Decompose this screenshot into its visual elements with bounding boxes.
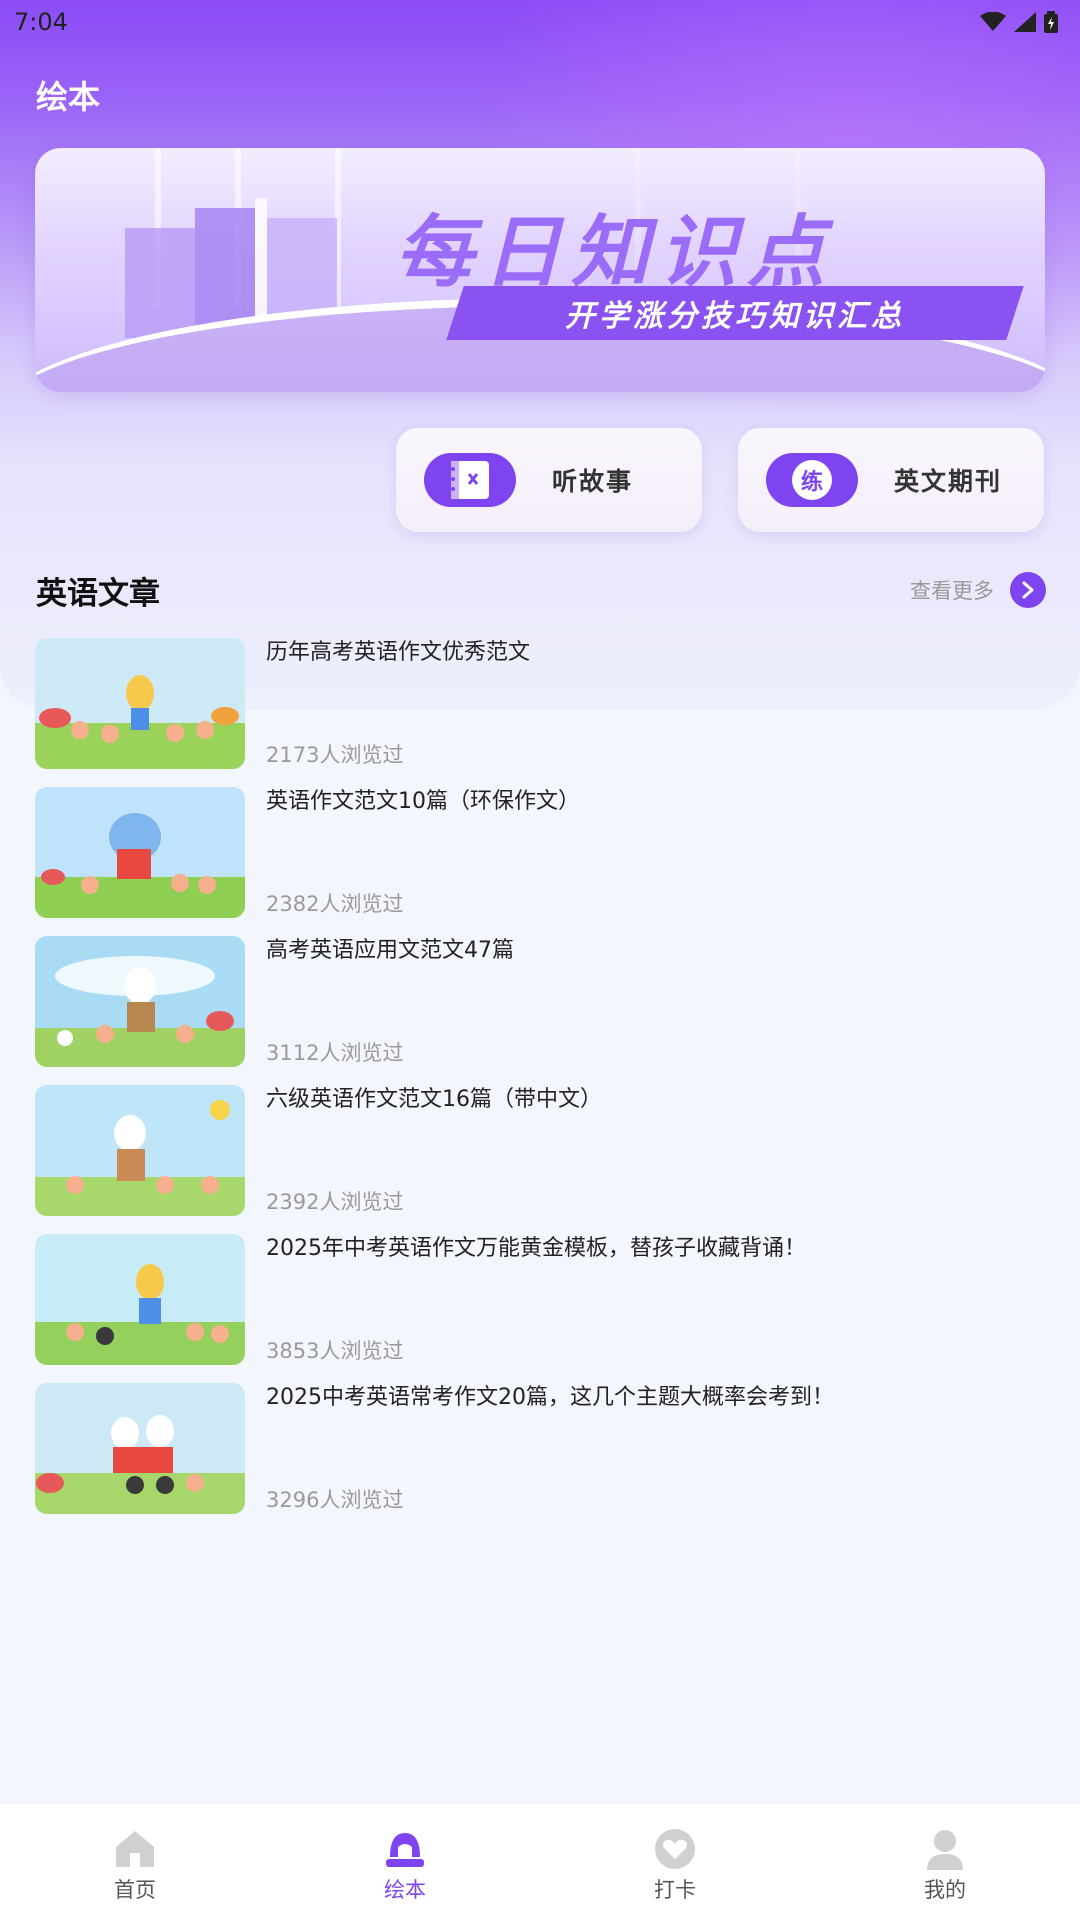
article-title: 六级英语作文范文16篇（带中文） — [266, 1087, 602, 1112]
banner-subtitle: 开学涨分技巧知识汇总 — [565, 299, 905, 334]
view-more-label: 查看更多 — [910, 579, 994, 603]
wifi-icon — [980, 12, 1006, 31]
practice-badge-text: 练 — [792, 460, 832, 500]
article-title: 高考英语应用文范文47篇 — [266, 938, 514, 963]
status-bar: 7:04 — [0, 0, 1080, 44]
article-title: 2025中考英语常考作文20篇，这几个主题大概率会考到！ — [266, 1385, 834, 1410]
article-views: 3853人浏览过 — [266, 1339, 404, 1363]
list-item[interactable]: 英语作文范文10篇（环保作文） 2382人浏览过 — [35, 787, 1045, 918]
article-thumbnail — [35, 1234, 245, 1365]
tab-picture-book[interactable]: 绘本 — [270, 1804, 540, 1920]
article-views: 2392人浏览过 — [266, 1190, 404, 1214]
signal-icon — [1014, 12, 1036, 32]
article-title: 历年高考英语作文优秀范文 — [266, 640, 531, 665]
profile-icon — [924, 1826, 966, 1872]
tab-profile[interactable]: 我的 — [810, 1804, 1080, 1920]
tab-checkin[interactable]: 打卡 — [540, 1804, 810, 1920]
status-time: 7:04 — [14, 8, 68, 36]
practice-badge-icon: 练 — [766, 453, 858, 507]
list-item[interactable]: 六级英语作文范文16篇（带中文） 2392人浏览过 — [35, 1085, 1045, 1216]
article-views: 2382人浏览过 — [266, 892, 404, 916]
list-item[interactable]: 高考英语应用文范文47篇 3112人浏览过 — [35, 936, 1045, 1067]
article-title: 2025年中考英语作文万能黄金模板，替孩子收藏背诵！ — [266, 1236, 806, 1261]
heart-icon — [654, 1826, 696, 1872]
section-title: 英语文章 — [36, 576, 160, 612]
tab-profile-label: 我的 — [924, 1878, 966, 1902]
listen-story-label: 听故事 — [552, 467, 634, 496]
article-title: 英语作文范文10篇（环保作文） — [266, 789, 580, 814]
tab-home-label: 首页 — [114, 1878, 156, 1902]
article-thumbnail — [35, 787, 245, 918]
article-thumbnail — [35, 1383, 245, 1514]
list-item[interactable]: 历年高考英语作文优秀范文 2173人浏览过 — [35, 638, 1045, 769]
view-more-link[interactable]: 查看更多 — [910, 572, 1046, 608]
english-journal-label: 英文期刊 — [894, 467, 1003, 496]
article-thumbnail — [35, 936, 245, 1067]
english-journal-button[interactable]: 练 英文期刊 — [738, 428, 1044, 532]
status-icons — [980, 11, 1058, 33]
banner-subtitle-ribbon: 开学涨分技巧知识汇总 — [446, 286, 1024, 340]
tab-home[interactable]: 首页 — [0, 1804, 270, 1920]
tab-checkin-label: 打卡 — [654, 1878, 696, 1902]
tab-picture-book-label: 绘本 — [384, 1878, 426, 1902]
bottom-tab-bar: 首页 绘本 打卡 我的 — [0, 1804, 1080, 1920]
article-list: 历年高考英语作文优秀范文 2173人浏览过 英语作文范文10篇（环保作文） 23… — [35, 638, 1045, 1532]
list-item[interactable]: 2025中考英语常考作文20篇，这几个主题大概率会考到！ 3296人浏览过 — [35, 1383, 1045, 1514]
article-views: 2173人浏览过 — [266, 743, 404, 767]
page-title: 绘本 — [36, 78, 101, 116]
battery-icon — [1044, 11, 1058, 33]
article-thumbnail — [35, 638, 245, 769]
article-views: 3296人浏览过 — [266, 1488, 404, 1512]
home-icon — [114, 1826, 156, 1872]
picture-book-icon — [384, 1826, 426, 1872]
list-item[interactable]: 2025年中考英语作文万能黄金模板，替孩子收藏背诵！ 3853人浏览过 — [35, 1234, 1045, 1365]
notebook-icon — [424, 453, 516, 507]
article-views: 3112人浏览过 — [266, 1041, 404, 1065]
daily-knowledge-banner[interactable]: 每日知识点 开学涨分技巧知识汇总 — [35, 148, 1045, 392]
listen-story-button[interactable]: 听故事 — [396, 428, 702, 532]
article-thumbnail — [35, 1085, 245, 1216]
chevron-right-icon — [1010, 572, 1046, 608]
